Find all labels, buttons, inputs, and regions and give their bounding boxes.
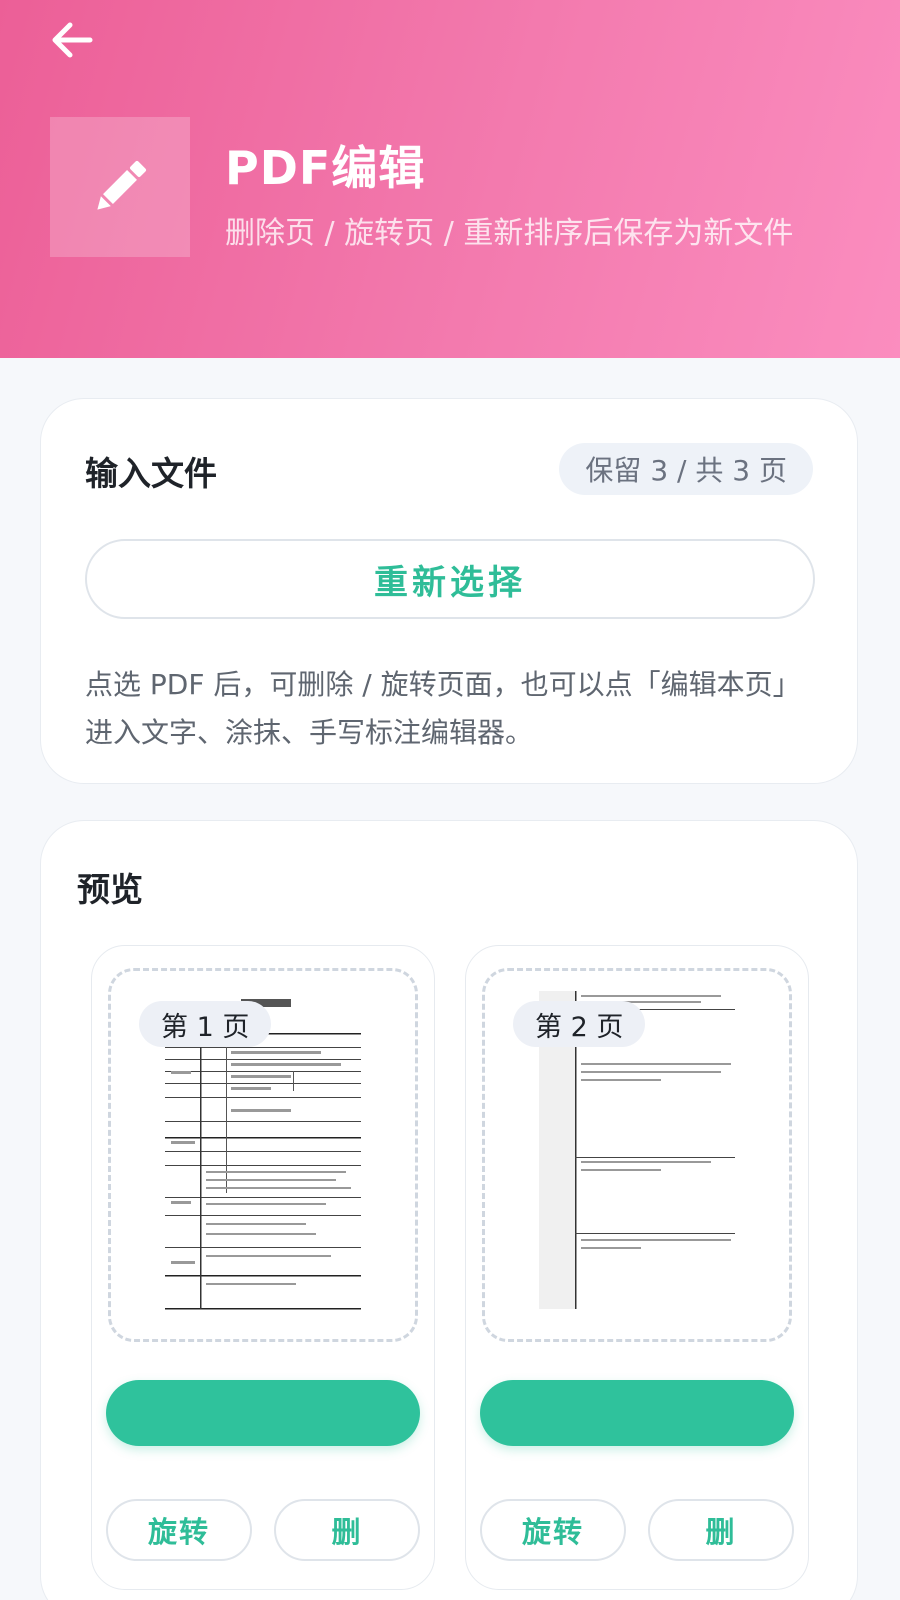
rotate-button[interactable]: 旋转 (480, 1499, 626, 1561)
preview-card: 预览 第 1 页 旋转 删 第 2 页 旋转 删 (40, 820, 858, 1600)
back-button[interactable] (40, 12, 104, 68)
page-card: 第 2 页 旋转 删 (465, 945, 809, 1590)
edit-page-button[interactable] (480, 1380, 794, 1446)
input-file-card: 输入文件 保留 3 / 共 3 页 重新选择 点选 PDF 后，可删除 / 旋转… (40, 398, 858, 784)
page-count-badge: 保留 3 / 共 3 页 (559, 443, 813, 495)
app-logo (50, 117, 190, 257)
header-banner: PDF编辑 删除页 / 旋转页 / 重新排序后保存为新文件 (0, 0, 900, 358)
page-card: 第 1 页 旋转 删 (91, 945, 435, 1590)
edit-page-button[interactable] (106, 1380, 420, 1446)
reselect-button[interactable]: 重新选择 (85, 539, 815, 619)
page-subtitle: 删除页 / 旋转页 / 重新排序后保存为新文件 (225, 216, 794, 251)
arrow-left-icon (52, 22, 93, 58)
page-title: PDF编辑 (225, 141, 426, 195)
page-thumbnail[interactable]: 第 1 页 (108, 968, 418, 1342)
page-number-label: 第 2 页 (513, 1001, 646, 1047)
preview-title: 预览 (77, 870, 143, 909)
hint-text: 点选 PDF 后，可删除 / 旋转页面，也可以点「编辑本页」进入文字、涂抹、手写… (85, 668, 801, 749)
input-file-title: 输入文件 (85, 454, 217, 493)
delete-button[interactable]: 删 (274, 1499, 420, 1561)
page-thumbnail[interactable]: 第 2 页 (482, 968, 792, 1342)
pencil-icon (97, 160, 147, 210)
page-number-label: 第 1 页 (139, 1001, 272, 1047)
rotate-button[interactable]: 旋转 (106, 1499, 252, 1561)
delete-button[interactable]: 删 (648, 1499, 794, 1561)
